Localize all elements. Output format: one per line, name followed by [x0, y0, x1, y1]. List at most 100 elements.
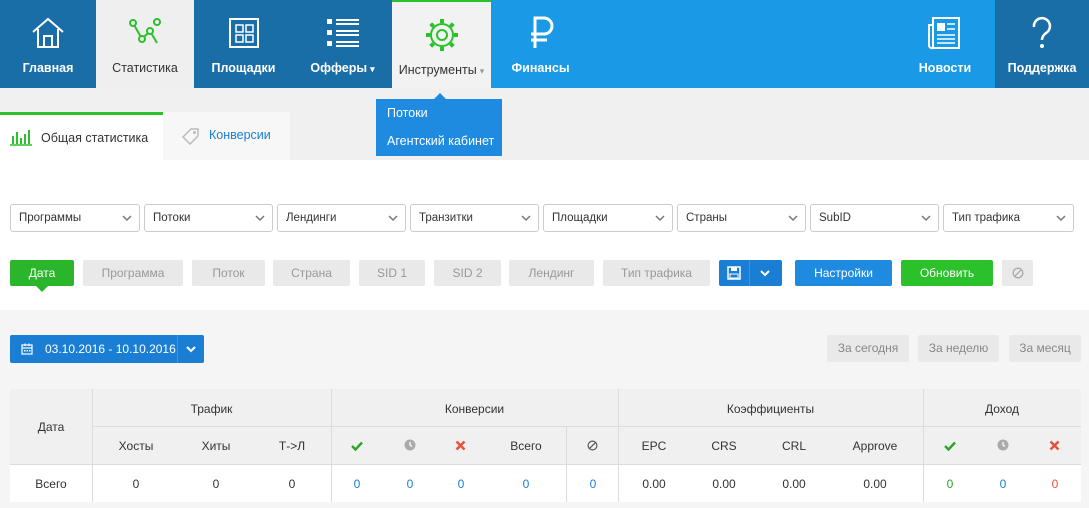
refresh-button[interactable]: Обновить [901, 260, 993, 286]
col-crs: CRS [711, 439, 737, 453]
week-button[interactable]: За неделю [918, 335, 999, 362]
cell-income-pending: 0 [999, 477, 1007, 491]
divider [92, 426, 1081, 427]
floppy-disk-icon [727, 266, 741, 280]
clock-icon [404, 439, 416, 451]
ban-icon [1012, 267, 1024, 279]
nav-support[interactable]: Поддержка [995, 0, 1089, 88]
col-hits: Хиты [201, 439, 231, 453]
clock-icon [997, 439, 1009, 451]
filter-traffic-type-label: Тип трафика [952, 212, 1020, 224]
groupby-date[interactable]: Дата [10, 260, 74, 292]
filter-programs[interactable]: Программы [10, 204, 140, 232]
tab-general-statistics[interactable]: Общая статистика [0, 112, 163, 160]
filter-traffic-type[interactable]: Тип трафика [943, 204, 1074, 232]
menu-item-streams[interactable]: Потоки [376, 99, 502, 127]
filter-platforms-label: Площадки [552, 212, 608, 224]
ban-icon [587, 440, 598, 451]
groupby-program[interactable]: Программа [83, 260, 183, 286]
groupby-traffic-type[interactable]: Тип трафика [603, 260, 710, 286]
nav-offers[interactable]: Офферы ▾ [293, 0, 392, 88]
nav-platforms-label: Площадки [211, 61, 276, 75]
chevron-down-icon [521, 215, 531, 222]
newspaper-icon [928, 17, 960, 50]
filter-transits-label: Транзитки [419, 212, 473, 224]
groupby-landing[interactable]: Лендинг [509, 260, 594, 286]
check-icon [944, 441, 956, 452]
cell-income-rejected: 0 [1051, 477, 1059, 491]
groupby-sid1[interactable]: SID 1 [359, 260, 425, 286]
nav-finance[interactable]: Финансы [491, 0, 590, 88]
reset-button[interactable] [1002, 260, 1033, 286]
chevron-down-icon [388, 215, 398, 222]
cell-conv-total[interactable]: 0 [496, 477, 556, 491]
settings-button[interactable]: Настройки [795, 260, 892, 286]
groupby-stream[interactable]: Поток [192, 260, 265, 286]
house-icon [32, 17, 64, 48]
tab-conversions[interactable]: Конверсии [163, 112, 290, 160]
nav-statistics[interactable]: Статистика [96, 0, 194, 88]
save-dropdown-button[interactable] [719, 260, 782, 286]
chevron-down-icon [921, 215, 931, 222]
filter-transits[interactable]: Транзитки [410, 204, 539, 232]
list-icon [326, 19, 359, 47]
menu-item-agent-cabinet[interactable]: Агентский кабинет [376, 127, 502, 155]
nav-news[interactable]: Новости [895, 0, 995, 88]
chevron-down-icon [255, 215, 265, 222]
chevron-down-icon [788, 215, 798, 222]
filter-streams[interactable]: Потоки [144, 204, 273, 232]
filter-landings[interactable]: Лендинги [277, 204, 406, 232]
col-conv-total: Всего [510, 439, 542, 453]
filter-panel: Программы Потоки Лендинги Транзитки Площ… [0, 160, 1089, 310]
statistics-table: Дата Трафик Конверсии Коэффициенты Доход… [10, 389, 1081, 502]
groupby-country[interactable]: Страна [273, 260, 350, 286]
nav-statistics-label: Статистика [112, 61, 178, 75]
cell-conv-rejected[interactable]: 0 [431, 477, 491, 491]
divider [10, 464, 1081, 465]
tab-conversions-label: Конверсии [209, 128, 271, 142]
bar-chart-icon [10, 130, 32, 146]
month-button[interactable]: За месяц [1009, 335, 1081, 362]
date-range-picker[interactable]: 03.10.2016 - 10.10.2016 [10, 335, 204, 363]
cell-conv-approved[interactable]: 0 [327, 477, 387, 491]
cell-crs: 0.00 [712, 477, 736, 491]
today-button[interactable]: За сегодня [827, 335, 909, 362]
nav-finance-label: Финансы [511, 61, 570, 75]
graph-icon [129, 18, 161, 44]
chevron-down-icon: ▾ [370, 64, 375, 74]
filter-platforms[interactable]: Площадки [543, 204, 673, 232]
date-range-text: 03.10.2016 - 10.10.2016 [45, 342, 176, 356]
col-approve: Approve [852, 439, 898, 453]
col-crl: CRL [781, 439, 806, 453]
nav-tools-text: Инструменты [398, 63, 477, 77]
divider [749, 260, 750, 286]
chevron-down-icon [760, 270, 770, 277]
header-traffic: Трафик [190, 402, 233, 416]
nav-tools-label: Инструменты ▾ [392, 63, 491, 77]
groupby-sid2[interactable]: SID 2 [434, 260, 501, 286]
cell-conv-cancelled[interactable]: 0 [563, 477, 623, 491]
filter-subid[interactable]: SubID [810, 204, 939, 232]
nav-offers-label: Офферы ▾ [293, 61, 392, 75]
nav-platforms[interactable]: Площадки [194, 0, 293, 88]
nav-offers-text: Офферы [310, 61, 368, 75]
windows-icon [228, 18, 259, 48]
cell-approve: 0.00 [863, 477, 887, 491]
filter-streams-label: Потоки [153, 212, 191, 224]
subtabs-bar: Общая статистика Конверсии [0, 88, 1089, 160]
filter-subid-label: SubID [819, 212, 851, 224]
filter-countries[interactable]: Страны [677, 204, 806, 232]
nav-home[interactable]: Главная [0, 0, 96, 88]
col-t-l: Т->Л [278, 439, 306, 453]
tools-dropdown-menu: Потоки Агентский кабинет [376, 93, 502, 156]
chevron-down-icon: ▾ [479, 66, 485, 76]
cell-t-l: 0 [288, 477, 296, 491]
gear-icon [425, 19, 458, 51]
nav-tools[interactable]: Инструменты ▾ [392, 0, 491, 88]
cell-epc: 0.00 [642, 477, 666, 491]
cell-income-approved: 0 [946, 477, 954, 491]
filter-landings-label: Лендинги [286, 212, 337, 224]
tab-general-label: Общая статистика [41, 131, 149, 145]
chevron-down-icon [186, 346, 196, 353]
header-conversions: Конверсии [444, 402, 505, 416]
